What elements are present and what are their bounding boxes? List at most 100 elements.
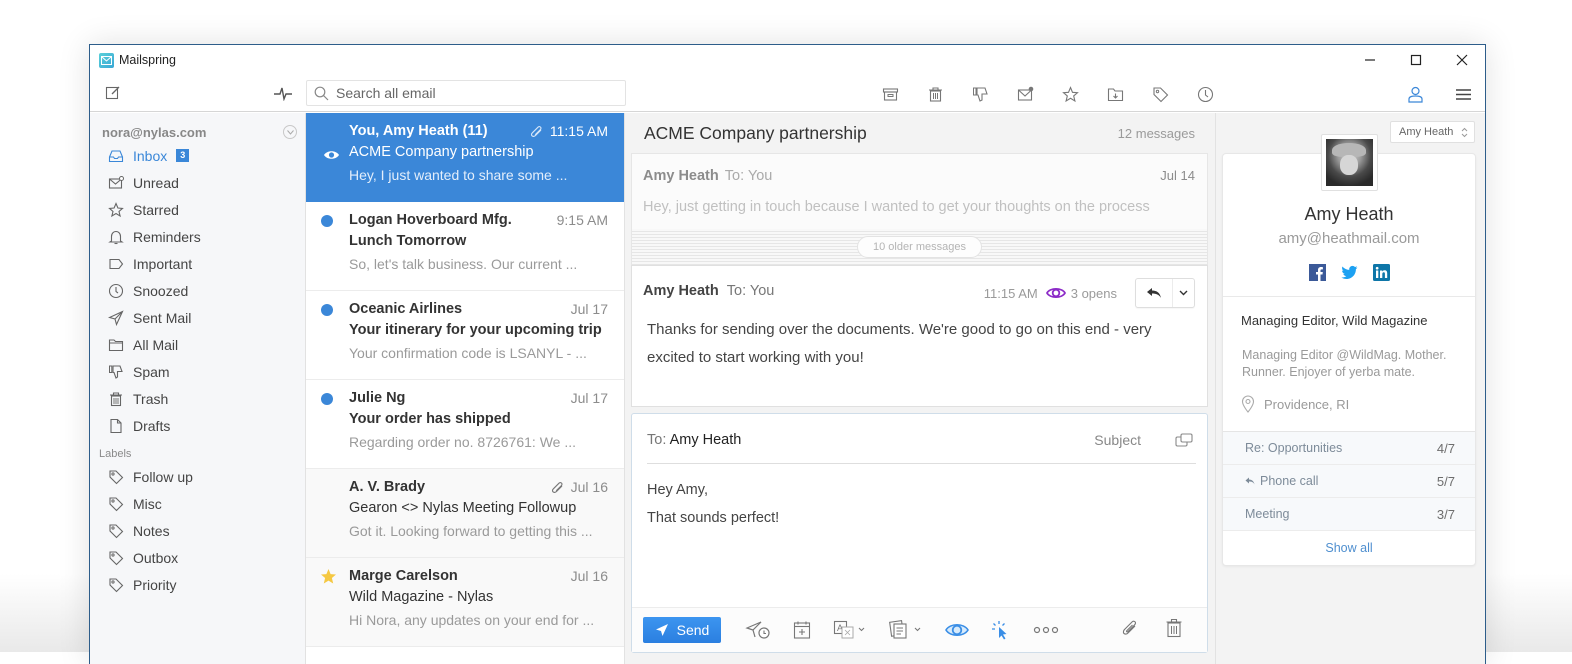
- trash-icon[interactable]: [1165, 618, 1183, 638]
- sidebar-item-snoozed[interactable]: Snoozed: [90, 277, 305, 304]
- related-thread-count: 3/7: [1437, 507, 1455, 522]
- sidebar-item-important[interactable]: Important: [90, 250, 305, 277]
- sidebar-item-starred[interactable]: Starred: [90, 196, 305, 223]
- to-field[interactable]: To: Amy Heath: [647, 432, 741, 448]
- thread-row[interactable]: Logan Hoverboard Mfg.9:15 AMLunch Tomorr…: [306, 202, 624, 291]
- thread-subject: Gearon <> Nylas Meeting Followup: [349, 500, 608, 520]
- contact-card: Amy Heath amy@heathmail.com Managing Edi…: [1222, 153, 1476, 566]
- attachment-icon[interactable]: [1121, 618, 1139, 638]
- sidebar-item-sent-mail[interactable]: Sent Mail: [90, 304, 305, 331]
- thread-row[interactable]: A. V. BradyJul 16Gearon <> Nylas Meeting…: [306, 469, 624, 558]
- reply-options-button[interactable]: [1173, 279, 1194, 307]
- unread-indicator[interactable]: [321, 215, 335, 229]
- account-collapse-button[interactable]: [283, 125, 297, 139]
- minimize-button[interactable]: [1347, 45, 1393, 75]
- thread-row[interactable]: Marge CarelsonJul 16Wild Magazine - Nyla…: [306, 558, 624, 647]
- more-button[interactable]: [1033, 618, 1059, 642]
- sidebar-item-label: Drafts: [133, 418, 170, 434]
- account-email: nora@nylas.com: [102, 125, 206, 140]
- sidebar-item-outbox[interactable]: Outbox: [90, 544, 305, 571]
- related-thread-count: 5/7: [1437, 474, 1455, 489]
- twitter-icon[interactable]: [1341, 264, 1358, 281]
- read-receipt-toggle[interactable]: [945, 618, 969, 642]
- sidebar-item-follow-up[interactable]: Follow up: [90, 463, 305, 490]
- title-bar: Mailspring: [90, 45, 1485, 75]
- sidebar-item-label: Trash: [133, 391, 168, 407]
- contact-selector[interactable]: Amy Heath: [1390, 121, 1475, 143]
- star-icon[interactable]: [320, 568, 337, 585]
- snooze-button[interactable]: [1183, 84, 1228, 104]
- unread-indicator[interactable]: [321, 304, 335, 318]
- close-button[interactable]: [1439, 45, 1485, 75]
- thread-row[interactable]: Oceanic AirlinesJul 17Your itinerary for…: [306, 291, 624, 380]
- search-icon: [314, 86, 329, 101]
- account-header[interactable]: nora@nylas.com: [90, 122, 305, 142]
- composer-body[interactable]: Hey Amy, That sounds perfect!: [647, 476, 779, 532]
- sidebar-item-drafts[interactable]: Drafts: [90, 412, 305, 439]
- tag-icon: [107, 468, 125, 486]
- related-thread-item[interactable]: Re: Opportunities4/7: [1223, 432, 1475, 465]
- thread-subject: ACME Company partnership: [349, 144, 608, 164]
- calendar-button[interactable]: [793, 618, 811, 642]
- sidebar-item-reminders[interactable]: Reminders: [90, 223, 305, 250]
- archive-button[interactable]: [868, 84, 913, 104]
- related-thread-item[interactable]: Phone call5/7: [1223, 465, 1475, 498]
- collapsed-message[interactable]: Amy HeathTo: You Jul 14 Hey, just gettin…: [631, 153, 1208, 229]
- linkedin-icon[interactable]: [1373, 264, 1390, 281]
- spam-button[interactable]: [958, 84, 1003, 104]
- templates-button[interactable]: [889, 618, 923, 642]
- translate-button[interactable]: A: [833, 618, 867, 642]
- sidebar-item-unread[interactable]: Unread: [90, 169, 305, 196]
- subject-toggle[interactable]: Subject: [1094, 432, 1141, 448]
- star-icon: [1062, 86, 1079, 103]
- contact-sidebar-button[interactable]: [1405, 84, 1425, 104]
- send-later-button[interactable]: [745, 618, 771, 642]
- unread-count-badge: 3: [176, 149, 189, 162]
- popout-icon[interactable]: [1175, 433, 1193, 447]
- replied-icon: [1245, 477, 1255, 485]
- message-snippet: Hey, just getting in touch because I wan…: [643, 199, 1195, 215]
- facebook-icon[interactable]: [1309, 264, 1326, 281]
- sidebar-item-notes[interactable]: Notes: [90, 517, 305, 544]
- sidebar-item-all-mail[interactable]: All Mail: [90, 331, 305, 358]
- reply-button[interactable]: [1136, 279, 1173, 307]
- maximize-button[interactable]: [1393, 45, 1439, 75]
- chevron-down-icon: [287, 130, 294, 135]
- recipient-token[interactable]: Amy Heath: [670, 432, 742, 448]
- folder-icon: [107, 336, 125, 354]
- star-button[interactable]: [1048, 84, 1093, 104]
- contact-email[interactable]: amy@heathmail.com: [1223, 230, 1475, 247]
- activity-icon[interactable]: [273, 85, 293, 101]
- message-sender: Amy Heath: [643, 283, 719, 299]
- trash-button[interactable]: [913, 84, 958, 104]
- sidebar-item-label: Misc: [133, 496, 162, 512]
- sidebar-item-trash[interactable]: Trash: [90, 385, 305, 412]
- older-messages-button[interactable]: 10 older messages: [857, 236, 982, 258]
- thread-row[interactable]: You, Amy Heath (11)11:15 AMACME Company …: [306, 113, 624, 202]
- open-tracking-eye-icon: [1046, 286, 1066, 300]
- sidebar-item-inbox[interactable]: Inbox 3: [90, 142, 305, 169]
- menu-button[interactable]: [1453, 84, 1473, 104]
- sidebar-item-spam[interactable]: Spam: [90, 358, 305, 385]
- mark-unread-button[interactable]: [1003, 84, 1048, 104]
- sidebar-item-label: Spam: [133, 364, 170, 380]
- sidebar-item-misc[interactable]: Misc: [90, 490, 305, 517]
- thread-list: You, Amy Heath (11)11:15 AMACME Company …: [306, 113, 625, 664]
- link-tracking-toggle[interactable]: [991, 618, 1011, 642]
- contact-job-title: Managing Editor, Wild Magazine: [1223, 297, 1475, 328]
- unread-indicator[interactable]: [321, 393, 335, 407]
- search-box[interactable]: [306, 80, 626, 106]
- move-to-folder-button[interactable]: [1093, 84, 1138, 104]
- thread-row[interactable]: Julie NgJul 17Your order has shippedRega…: [306, 380, 624, 469]
- thread-subject: Your order has shipped: [349, 411, 608, 431]
- sidebar-item-priority[interactable]: Priority: [90, 571, 305, 598]
- search-input[interactable]: [336, 85, 616, 101]
- related-thread-item[interactable]: Meeting3/7: [1223, 498, 1475, 531]
- show-all-link[interactable]: Show all: [1223, 531, 1475, 565]
- location-pin-icon: [1241, 395, 1255, 413]
- sidebar-item-label: Inbox: [133, 148, 167, 164]
- label-button[interactable]: [1138, 84, 1183, 104]
- message-recipient: To: You: [725, 168, 773, 184]
- compose-icon[interactable]: [105, 85, 121, 101]
- send-button[interactable]: Send: [643, 617, 721, 643]
